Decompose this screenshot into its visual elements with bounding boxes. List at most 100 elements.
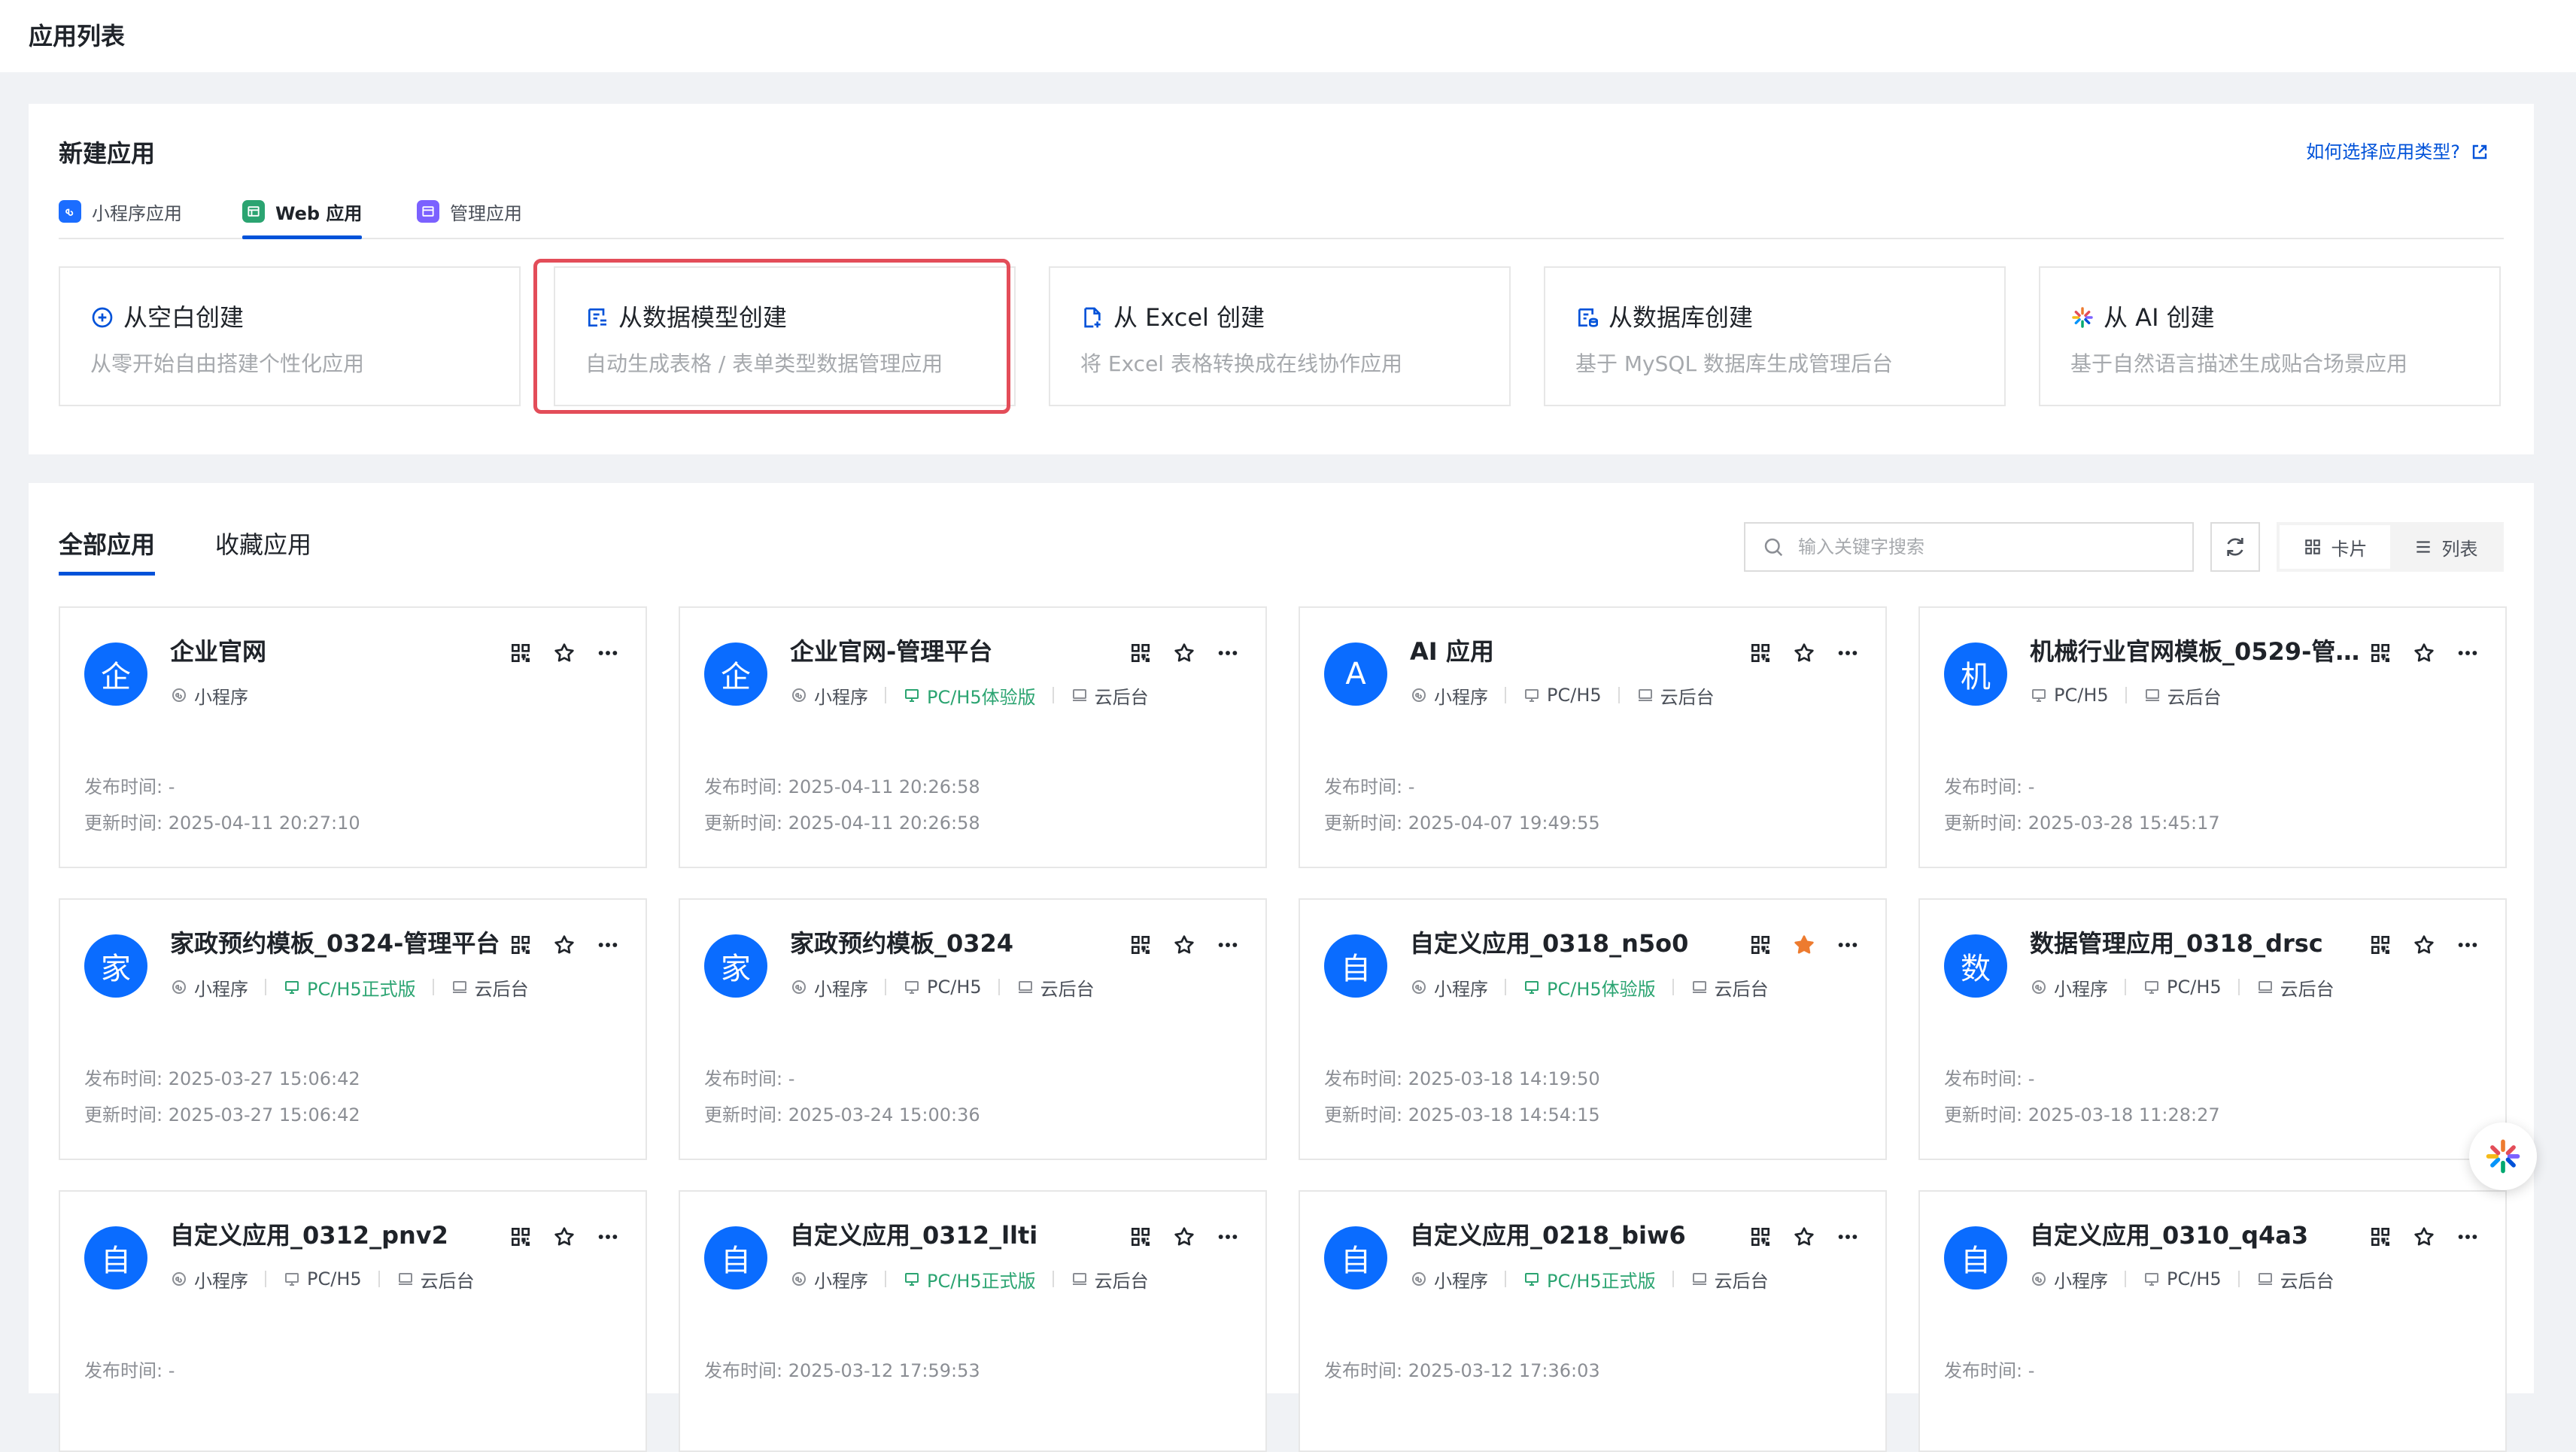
publish-time: 发布时间: 2025-03-27 15:06:42 — [84, 1064, 360, 1094]
create-from-database-card[interactable]: 从数据库创建 基于 MySQL 数据库生成管理后台 — [1544, 266, 2006, 406]
tab-admin-app[interactable]: 管理应用 — [417, 185, 522, 238]
tab-favorite-apps[interactable]: 收藏应用 — [215, 524, 311, 566]
app-name: 企业官网 — [170, 637, 267, 666]
create-from-ai-card[interactable]: 从 AI 创建 基于自然语言描述生成贴合场景应用 — [2039, 266, 2501, 406]
laptop-icon — [1072, 689, 1086, 701]
more-icon[interactable] — [2456, 1225, 2480, 1249]
app-card[interactable]: 机机械行业官网模板_0529-管理平台 PC/H5 云后台发布时间: - 更新时间: … — [1918, 606, 2507, 868]
view-list-button[interactable]: 列表 — [2390, 525, 2501, 569]
more-icon[interactable] — [1836, 1225, 1860, 1249]
qrcode-icon[interactable] — [1129, 933, 1153, 957]
star-icon[interactable] — [1172, 933, 1196, 957]
search-input[interactable] — [1797, 536, 2161, 558]
publish-time-label: 发布时间: — [1944, 1360, 2023, 1381]
qrcode-icon[interactable] — [2368, 1225, 2392, 1249]
more-icon[interactable] — [1836, 933, 1860, 957]
star-icon[interactable] — [552, 933, 576, 957]
app-card[interactable]: 自自定义应用_0310_q4a3 小程序 PC/H5 云后台 发布时间: - — [1918, 1190, 2507, 1452]
app-card[interactable]: A AI 应用 小程序 PC/H5 云后台 发布时间: - 更新时间: 2025-04-07… — [1299, 606, 1887, 868]
help-link-label: 如何选择应用类型? — [2306, 141, 2460, 163]
app-type-tabs: 小程序应用 Web 应用 管理应用 — [59, 185, 2504, 239]
platform-tag: PC/H5 — [1523, 685, 1602, 706]
update-time: 更新时间: 2025-03-18 11:28:27 — [1944, 1100, 2220, 1130]
more-icon[interactable] — [596, 933, 620, 957]
qrcode-icon[interactable] — [509, 933, 533, 957]
app-card-actions — [1129, 933, 1240, 957]
qrcode-icon[interactable] — [509, 641, 533, 665]
app-card[interactable]: 企企业官网 小程序 发布时间: - 更新时间: 2025-04-11 20:27:10 — [59, 606, 647, 868]
publish-time-label: 发布时间: — [704, 1360, 783, 1381]
create-option-desc: 基于自然语言描述生成贴合场景应用 — [2070, 351, 2408, 376]
star-icon[interactable] — [2412, 641, 2436, 665]
tab-miniprogram[interactable]: 小程序应用 — [59, 185, 182, 238]
app-card[interactable]: 企企业官网-管理平台 小程序 PC/H5体验版 云后台 发布时间: 2025-04-11… — [679, 606, 1267, 868]
app-card[interactable]: 自自定义应用_0318_n5o0 小程序 PC/H5体验版 云后台 发布时间: 2025… — [1299, 898, 1887, 1160]
tag-divider — [1505, 687, 1506, 703]
app-name: 家政预约模板_0324-管理平台 — [170, 929, 500, 958]
update-time-label: 更新时间: — [1324, 813, 1403, 834]
platform-tag: PC/H5 — [2143, 977, 2222, 998]
more-icon[interactable] — [596, 641, 620, 665]
star-icon[interactable] — [552, 641, 576, 665]
qrcode-icon[interactable] — [2368, 641, 2392, 665]
app-card[interactable]: 家家政预约模板_0324-管理平台 小程序 PC/H5正式版 云后台 发布时间: 202… — [59, 898, 647, 1160]
tag-label: 小程序 — [814, 686, 868, 708]
publish-time-label: 发布时间: — [84, 1068, 163, 1089]
create-option-desc: 自动生成表格 / 表单类型数据管理应用 — [585, 351, 943, 376]
tab-label: 管理应用 — [450, 202, 522, 224]
refresh-button[interactable] — [2210, 522, 2260, 572]
star-icon[interactable] — [2412, 933, 2436, 957]
star-icon[interactable] — [552, 1225, 576, 1249]
star-icon[interactable] — [1792, 1225, 1816, 1249]
more-icon[interactable] — [596, 1225, 620, 1249]
platform-tag: 云后台 — [1071, 682, 1149, 709]
publish-time: 发布时间: - — [1944, 1356, 2034, 1386]
qrcode-icon[interactable] — [2368, 933, 2392, 957]
laptop-icon — [452, 981, 466, 993]
qrcode-icon[interactable] — [509, 1225, 533, 1249]
miniprogram-icon — [2032, 980, 2046, 994]
star-icon[interactable] — [1172, 1225, 1196, 1249]
qrcode-icon[interactable] — [1748, 1225, 1773, 1249]
more-icon[interactable] — [2456, 641, 2480, 665]
more-icon[interactable] — [1216, 1225, 1240, 1249]
qrcode-icon[interactable] — [1129, 1225, 1153, 1249]
app-card-actions — [2368, 933, 2480, 957]
more-icon[interactable] — [1216, 933, 1240, 957]
app-avatar: 企 — [704, 642, 767, 706]
update-time-label: 更新时间: — [704, 1104, 783, 1125]
more-icon[interactable] — [2456, 933, 2480, 957]
tag-label: 云后台 — [1094, 1270, 1149, 1292]
qrcode-icon[interactable] — [1129, 641, 1153, 665]
tab-all-apps[interactable]: 全部应用 — [59, 524, 156, 576]
app-card[interactable]: 自自定义应用_0312_llti 小程序 PC/H5正式版 云后台 发布时间: 2025… — [679, 1190, 1267, 1452]
create-from-data-model-card[interactable]: 从数据模型创建 自动生成表格 / 表单类型数据管理应用 — [554, 266, 1016, 406]
platform-tag: 云后台 — [1071, 1266, 1149, 1293]
star-icon[interactable] — [2412, 1225, 2436, 1249]
app-card[interactable]: 数数据管理应用_0318_drsc 小程序 PC/H5 云后台 发布时间: - 更新时间:… — [1918, 898, 2507, 1160]
star-icon[interactable] — [1792, 641, 1816, 665]
platform-tag: 小程序 — [1410, 1266, 1488, 1293]
qrcode-icon[interactable] — [1748, 933, 1773, 957]
create-from-excel-card[interactable]: 从 Excel 创建 将 Excel 表格转换成在线协作应用 — [1049, 266, 1511, 406]
app-card[interactable]: 家家政预约模板_0324 小程序 PC/H5 云后台 发布时间: - 更新时间: 2025… — [679, 898, 1267, 1160]
star-icon[interactable] — [1792, 933, 1816, 957]
tag-label: 小程序 — [2054, 1270, 2108, 1292]
help-link[interactable]: 如何选择应用类型? — [2306, 137, 2489, 167]
tag-divider — [1672, 1271, 1674, 1287]
laptop-icon — [1692, 981, 1706, 993]
app-card[interactable]: 自自定义应用_0218_biw6 小程序 PC/H5正式版 云后台 发布时间: 2025… — [1299, 1190, 1887, 1452]
publish-time-value: - — [1408, 776, 1415, 797]
more-icon[interactable] — [1836, 641, 1860, 665]
app-card[interactable]: 自自定义应用_0312_pnv2 小程序 PC/H5 云后台 发布时间: - — [59, 1190, 647, 1452]
star-icon[interactable] — [1172, 641, 1196, 665]
ai-assistant-button[interactable] — [2469, 1122, 2537, 1190]
publish-time: 发布时间: - — [1944, 772, 2034, 802]
more-icon[interactable] — [1216, 641, 1240, 665]
tab-web-app[interactable]: Web 应用 — [242, 185, 363, 239]
view-card-button[interactable]: 卡片 — [2280, 525, 2390, 569]
app-card-actions — [1129, 1225, 1240, 1249]
create-from-blank-card[interactable]: 从空白创建 从零开始自由搭建个性化应用 — [59, 266, 521, 406]
qrcode-icon[interactable] — [1748, 641, 1773, 665]
publish-time: 发布时间: 2025-04-11 20:26:58 — [704, 772, 980, 802]
